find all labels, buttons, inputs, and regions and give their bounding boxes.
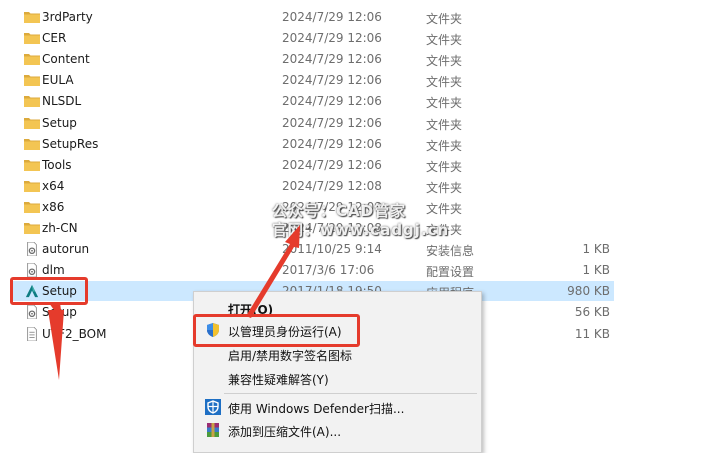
file-row[interactable]: Content 2024/7/29 12:06 文件夹: [10, 49, 614, 69]
file-size: 980 KB: [567, 284, 610, 298]
file-row[interactable]: EULA 2024/7/29 12:06 文件夹: [10, 70, 614, 90]
file-name: Setup: [42, 284, 77, 298]
file-row[interactable]: dlm 2017/3/6 17:06 配置设置 1 KB: [10, 260, 614, 280]
menu-compat-label: 兼容性疑难解答(Y): [228, 373, 329, 387]
settings-file-icon: [24, 241, 40, 257]
file-date: 2024/7/29 12:06: [282, 10, 382, 24]
file-row[interactable]: 3rdParty 2024/7/29 12:06 文件夹: [10, 7, 614, 27]
file-date: 2024/7/29 12:08: [282, 179, 382, 193]
menu-open[interactable]: 打开(O): [194, 297, 481, 319]
menu-open-label: 打开(O): [228, 303, 274, 317]
file-date: 2017/3/6 17:06: [282, 263, 375, 277]
file-size: 11 KB: [574, 327, 610, 341]
menu-separator: [224, 393, 477, 394]
menu-defender[interactable]: 使用 Windows Defender扫描...: [194, 396, 481, 418]
file-type: 文件夹: [426, 118, 463, 132]
file-name: Setup: [42, 116, 77, 130]
file-type: 文件夹: [426, 139, 463, 153]
winrar-icon: [205, 422, 221, 438]
menu-defender-label: 使用 Windows Defender扫描...: [228, 402, 405, 416]
file-date: 2024/7/29 12:06: [282, 158, 382, 172]
menu-compat[interactable]: 兼容性疑难解答(Y): [194, 367, 481, 389]
file-date: 2011/10/25 9:14: [282, 242, 382, 256]
settings-file-icon: [24, 304, 40, 320]
defender-icon: [205, 399, 221, 415]
folder-icon: [24, 73, 40, 87]
file-type: 文件夹: [426, 181, 463, 195]
file-row[interactable]: autorun 2011/10/25 9:14 安装信息 1 KB: [10, 239, 614, 259]
file-row[interactable]: CER 2024/7/29 12:06 文件夹: [10, 28, 614, 48]
file-name: Content: [42, 52, 90, 66]
file-name: EULA: [42, 73, 74, 87]
file-type: 安装信息: [426, 244, 475, 258]
file-row[interactable]: Setup 2024/7/29 12:06 文件夹: [10, 113, 614, 133]
file-type: 文件夹: [426, 75, 463, 89]
file-date: 2024/7/29 12:06: [282, 137, 382, 151]
folder-icon: [24, 31, 40, 45]
file-type: 文件夹: [426, 12, 463, 26]
file-size: 56 KB: [574, 305, 610, 319]
menu-signature-icon[interactable]: 启用/禁用数字签名图标: [194, 343, 481, 365]
file-type: 文件夹: [426, 160, 463, 174]
file-name: Tools: [42, 158, 72, 172]
menu-run-as-admin-label: 以管理员身份运行(A): [228, 325, 342, 339]
file-size: 1 KB: [582, 263, 610, 277]
file-row[interactable]: x64 2024/7/29 12:08 文件夹: [10, 176, 614, 196]
file-date: 2024/7/29 12:06: [282, 94, 382, 108]
file-name: SetupRes: [42, 137, 99, 151]
menu-run-as-admin[interactable]: 以管理员身份运行(A): [194, 319, 481, 341]
file-name: UTF2_BOM: [42, 327, 107, 341]
file-size: 1 KB: [582, 242, 610, 256]
file-type: 配置设置: [426, 265, 475, 279]
file-name: NLSDL: [42, 94, 82, 108]
folder-icon: [24, 179, 40, 193]
uac-shield-icon: [205, 322, 221, 338]
file-date: 2024/7/29 12:06: [282, 73, 382, 87]
file-row[interactable]: SetupRes 2024/7/29 12:06 文件夹: [10, 134, 614, 154]
context-menu: 打开(O) 以管理员身份运行(A) 启用/禁用数字签名图标 兼容性疑难解答(Y): [193, 291, 482, 453]
file-name: 3rdParty: [42, 10, 93, 24]
file-date: 2024/7/29 12:06: [282, 116, 382, 130]
file-name: autorun: [42, 242, 90, 256]
watermark-line-1: 公众号：CAD管家: [272, 202, 407, 220]
menu-add-archive[interactable]: 添加到压缩文件(A)...: [194, 419, 481, 441]
settings-file-icon: [24, 262, 40, 278]
text-file-icon: [24, 326, 40, 342]
folder-icon: [24, 158, 40, 172]
file-type: 文件夹: [426, 33, 463, 47]
folder-icon: [24, 116, 40, 130]
folder-icon: [24, 221, 40, 235]
file-type: 文件夹: [426, 54, 463, 68]
folder-icon: [24, 10, 40, 24]
menu-add-archive-label: 添加到压缩文件(A)...: [228, 425, 342, 439]
file-type: 文件夹: [426, 96, 463, 110]
file-name: CER: [42, 31, 67, 45]
file-name: Setup: [42, 305, 77, 319]
file-name: x64: [42, 179, 65, 193]
file-name: dlm: [42, 263, 65, 277]
file-type: 文件夹: [426, 202, 463, 216]
file-date: 2024/7/29 12:06: [282, 31, 382, 45]
file-row[interactable]: Tools 2024/7/29 12:06 文件夹: [10, 155, 614, 175]
folder-icon: [24, 200, 40, 214]
file-name: x86: [42, 200, 65, 214]
file-name: zh-CN: [42, 221, 78, 235]
file-row[interactable]: NLSDL 2024/7/29 12:06 文件夹: [10, 91, 614, 111]
folder-icon: [24, 137, 40, 151]
folder-icon: [24, 94, 40, 108]
folder-icon: [24, 52, 40, 66]
menu-signature-icon-label: 启用/禁用数字签名图标: [228, 349, 353, 363]
autodesk-app-icon: [24, 284, 40, 298]
file-date: 2024/7/29 12:06: [282, 52, 382, 66]
watermark-line-2: 官网：www.cadgj.cn: [272, 221, 450, 239]
